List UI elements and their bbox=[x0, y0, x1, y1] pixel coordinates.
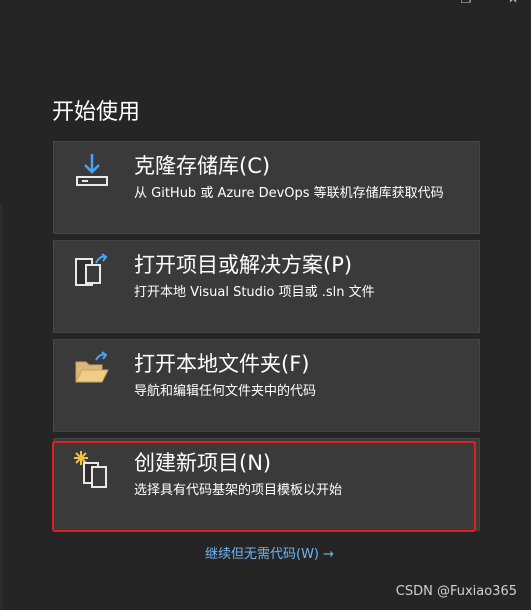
section-title: 开始使用 bbox=[52, 100, 141, 125]
clone-repo-card[interactable]: 克隆存储库(C) 从 GitHub 或 Azure DevOps 等联机存储库获… bbox=[53, 141, 480, 234]
maximize-icon[interactable]: ❐ bbox=[459, 0, 473, 6]
open-project-card[interactable]: 打开项目或解决方案(P) 打开本地 Visual Studio 项目或 .sln… bbox=[53, 240, 480, 333]
open-folder-card[interactable]: 打开本地文件夹(F) 导航和编辑任何文件夹中的代码 bbox=[53, 339, 480, 432]
clone-download-icon bbox=[72, 152, 112, 192]
close-icon[interactable]: ✕ bbox=[506, 0, 520, 6]
card-title: 打开项目或解决方案(P) bbox=[134, 253, 353, 277]
card-title: 克隆存储库(C) bbox=[134, 154, 271, 178]
card-description: 打开本地 Visual Studio 项目或 .sln 文件 bbox=[134, 285, 375, 300]
window-controls: — ❐ ✕ bbox=[371, 0, 531, 8]
continue-without-code-link[interactable]: 继续但无需代码(W) → bbox=[205, 543, 334, 562]
highlight-box bbox=[52, 441, 476, 532]
card-description: 导航和编辑任何文件夹中的代码 bbox=[134, 384, 317, 399]
open-project-icon bbox=[72, 251, 112, 291]
watermark: CSDN @Fuxiao365 bbox=[395, 584, 517, 599]
open-folder-icon bbox=[72, 350, 112, 390]
left-panel-edge bbox=[0, 205, 2, 610]
card-description: 从 GitHub 或 Azure DevOps 等联机存储库获取代码 bbox=[134, 186, 444, 201]
minimize-icon[interactable]: — bbox=[409, 0, 423, 6]
card-title: 打开本地文件夹(F) bbox=[134, 352, 310, 376]
